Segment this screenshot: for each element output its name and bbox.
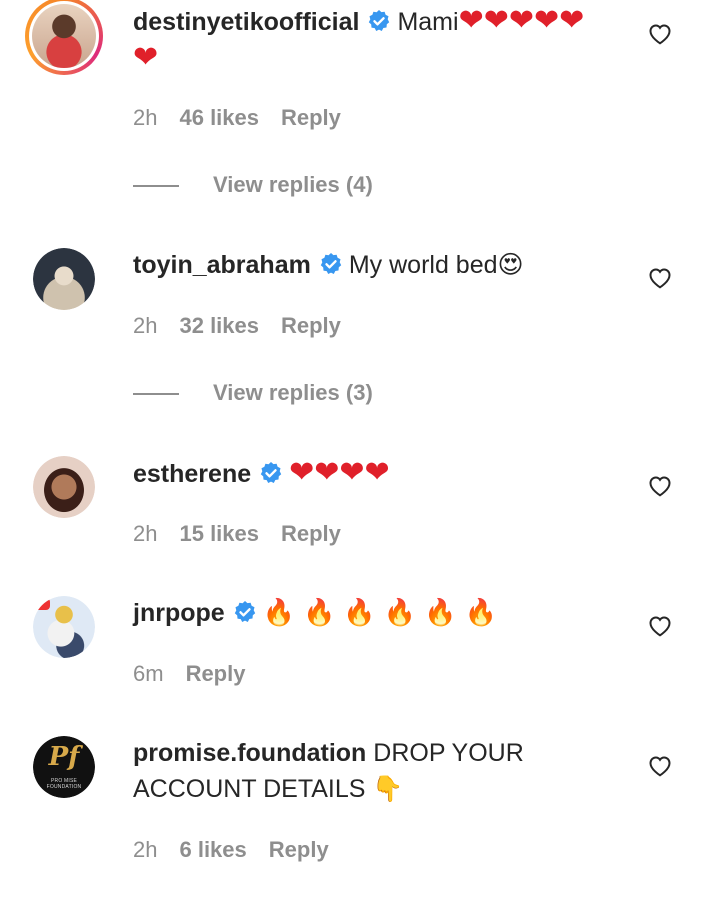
username[interactable]: promise.foundation (133, 739, 366, 767)
pointing-down-emoji: 👇 (372, 774, 404, 803)
logo-subtitle: PRO MISE FOUNDATION (46, 778, 82, 790)
heart-outline-icon[interactable] (648, 267, 672, 289)
likes-count[interactable]: 6 likes (179, 837, 246, 862)
fire-emoji-group: 🔥🔥🔥🔥🔥🔥 (262, 598, 505, 628)
reply-button[interactable]: Reply (281, 313, 341, 338)
reply-button[interactable]: Reply (269, 837, 329, 862)
likes-count[interactable]: 15 likes (179, 521, 259, 546)
reply-button[interactable]: Reply (281, 105, 341, 130)
verified-badge-icon (369, 10, 390, 31)
comment-time: 6m (133, 661, 164, 686)
comment-meta: 2h 46 likes Reply (133, 105, 363, 131)
username[interactable]: toyin_abraham (133, 251, 311, 279)
logo-mark: Pf (48, 742, 80, 772)
view-replies-button[interactable]: View replies (3) (133, 380, 373, 406)
comment-body: Mami (397, 8, 459, 36)
divider (133, 185, 179, 188)
avatar[interactable] (25, 0, 103, 75)
avatar[interactable] (33, 596, 95, 658)
avatar[interactable]: Pf PRO MISE FOUNDATION (33, 736, 95, 798)
comment-time: 2h (133, 313, 158, 338)
view-replies-button[interactable]: View replies (4) (133, 172, 373, 198)
username[interactable]: estherene (133, 460, 251, 488)
comment-text: promise.foundation DROP YOUR ACCOUNT DET… (133, 735, 603, 807)
divider (133, 393, 179, 396)
comment-meta: 6m Reply (133, 661, 267, 687)
heart-outline-icon[interactable] (648, 23, 672, 45)
verified-badge-icon (320, 253, 342, 274)
heart-outline-icon[interactable] (648, 615, 672, 637)
likes-count[interactable]: 32 likes (179, 313, 259, 338)
heart-outline-icon[interactable] (648, 475, 672, 497)
reply-button[interactable]: Reply (186, 661, 246, 686)
comment-time: 2h (133, 105, 158, 130)
likes-count[interactable]: 46 likes (179, 105, 259, 130)
comment-text: estherene ❤❤❤❤ (133, 455, 603, 492)
comment-meta: 2h 32 likes Reply (133, 313, 363, 339)
comment-meta: 2h 6 likes Reply (133, 837, 351, 863)
comment-body: My world bed (348, 251, 498, 279)
heart-emoji-group: ❤❤❤❤ (289, 455, 390, 490)
heart-outline-icon[interactable] (648, 755, 672, 777)
verified-badge-icon (260, 462, 282, 483)
view-replies-label: View replies (3) (213, 380, 373, 405)
comment-text: jnrpope 🔥🔥🔥🔥🔥🔥 (133, 595, 603, 631)
heart-eyes-emoji: 😍 (497, 250, 524, 279)
username[interactable]: destinyetikoofficial (133, 8, 359, 36)
verified-badge-icon (234, 601, 255, 622)
view-replies-label: View replies (4) (213, 172, 373, 197)
comment-time: 2h (133, 521, 158, 546)
avatar[interactable] (33, 248, 95, 310)
reply-button[interactable]: Reply (281, 521, 341, 546)
avatar[interactable] (33, 456, 95, 518)
story-badge (34, 598, 50, 610)
comment-text: destinyetikoofficial Mami❤❤❤❤❤❤ (133, 3, 603, 77)
comment-meta: 2h 15 likes Reply (133, 521, 363, 547)
username[interactable]: jnrpope (133, 599, 225, 627)
comment-text: toyin_abraham My world bed😍 (133, 247, 603, 283)
comment-time: 2h (133, 837, 158, 862)
